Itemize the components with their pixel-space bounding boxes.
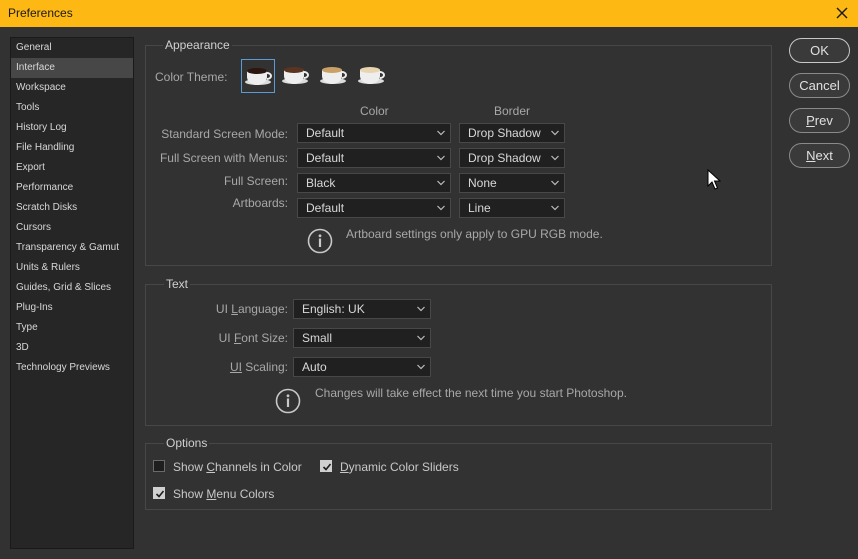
ui-scaling-label: UI Scaling: [229, 360, 288, 374]
sidebar-item[interactable]: History Log [11, 118, 133, 138]
artboard-note: Artboard settings only apply to GPU RGB … [346, 227, 603, 241]
sidebar-item[interactable]: Workspace [11, 78, 133, 98]
checkmark-icon [155, 490, 165, 498]
sidebar-item[interactable]: Interface [11, 58, 133, 78]
chevron-down-icon [417, 306, 425, 312]
close-icon[interactable] [832, 3, 852, 23]
ui-scaling-select[interactable]: Auto [293, 357, 431, 377]
next-button[interactable]: Next [789, 143, 850, 168]
chevron-down-icon [417, 335, 425, 341]
standard-screen-color-select[interactable]: Default [297, 123, 451, 143]
color-theme-label: Color Theme: [155, 70, 228, 84]
full-screen-menus-color-select[interactable]: Default [297, 148, 451, 168]
chevron-down-icon [551, 180, 559, 186]
color-column-header: Color [360, 104, 389, 118]
dynamic-sliders-label[interactable]: Dynamic Color Sliders [340, 460, 459, 474]
sidebar-item[interactable]: Transparency & Gamut [11, 238, 133, 258]
artboards-border-select[interactable]: Line [459, 198, 565, 218]
chevron-down-icon [417, 364, 425, 370]
sidebar-item[interactable]: Export [11, 158, 133, 178]
info-icon [307, 228, 333, 254]
chevron-down-icon [437, 205, 445, 211]
theme-swatch-darkest[interactable] [241, 59, 275, 93]
show-channels-checkbox[interactable] [153, 460, 165, 472]
full-screen-label: Full Screen: [223, 174, 288, 188]
ok-button[interactable]: OK [789, 38, 850, 63]
chevron-down-icon [551, 155, 559, 161]
appearance-group-label: Appearance [163, 38, 232, 52]
theme-swatch-medium[interactable] [317, 59, 351, 93]
sidebar-item[interactable]: Plug-Ins [11, 298, 133, 318]
prev-button[interactable]: Prev [789, 108, 850, 133]
full-screen-border-select[interactable]: None [459, 173, 565, 193]
theme-swatch-dark[interactable] [279, 59, 313, 93]
window-title: Preferences [8, 6, 73, 20]
chevron-down-icon [551, 205, 559, 211]
show-menu-colors-checkbox[interactable] [153, 487, 165, 499]
border-column-header: Border [494, 104, 531, 118]
checkmark-icon [322, 463, 332, 471]
chevron-down-icon [551, 130, 559, 136]
text-group-label: Text [164, 277, 191, 291]
ui-language-select[interactable]: English: UK [293, 299, 431, 319]
restart-note: Changes will take effect the next time y… [315, 386, 627, 400]
title-bar: Preferences [0, 0, 858, 27]
artboards-color-select[interactable]: Default [297, 198, 451, 218]
sidebar-item[interactable]: Guides, Grid & Slices [11, 278, 133, 298]
ui-language-label: UI Language: [215, 302, 288, 316]
options-group-label: Options [164, 436, 210, 450]
artboards-label: Artboards: [232, 196, 288, 210]
sidebar-item[interactable]: Type [11, 318, 133, 338]
ui-font-size-select[interactable]: Small [293, 328, 431, 348]
theme-swatch-light[interactable] [355, 59, 389, 93]
cancel-button[interactable]: Cancel [789, 73, 850, 98]
standard-screen-border-select[interactable]: Drop Shadow [459, 123, 565, 143]
chevron-down-icon [437, 130, 445, 136]
sidebar-item[interactable]: Units & Rulers [11, 258, 133, 278]
sidebar-item[interactable]: Tools [11, 98, 133, 118]
sidebar-item[interactable]: Cursors [11, 218, 133, 238]
sidebar-item[interactable]: General [11, 38, 133, 58]
info-icon [275, 388, 301, 414]
sidebar-item[interactable]: Scratch Disks [11, 198, 133, 218]
full-screen-color-select[interactable]: Black [297, 173, 451, 193]
preferences-sidebar: General Interface Workspace Tools History Lo… [10, 37, 134, 549]
mouse-pointer-icon [707, 168, 722, 191]
show-channels-label[interactable]: Show Channels in Color [173, 460, 302, 474]
sidebar-item[interactable]: 3D [11, 338, 133, 358]
dynamic-sliders-checkbox[interactable] [320, 460, 332, 472]
ui-font-size-label: UI Font Size: [218, 331, 288, 345]
full-screen-menus-border-select[interactable]: Drop Shadow [459, 148, 565, 168]
sidebar-item[interactable]: File Handling [11, 138, 133, 158]
standard-screen-mode-label: Standard Screen Mode: [161, 127, 288, 141]
chevron-down-icon [437, 180, 445, 186]
show-menu-colors-label[interactable]: Show Menu Colors [173, 487, 274, 501]
sidebar-item[interactable]: Technology Previews [11, 358, 133, 378]
chevron-down-icon [437, 155, 445, 161]
sidebar-item[interactable]: Performance [11, 178, 133, 198]
full-screen-menus-label: Full Screen with Menus: [159, 151, 288, 165]
